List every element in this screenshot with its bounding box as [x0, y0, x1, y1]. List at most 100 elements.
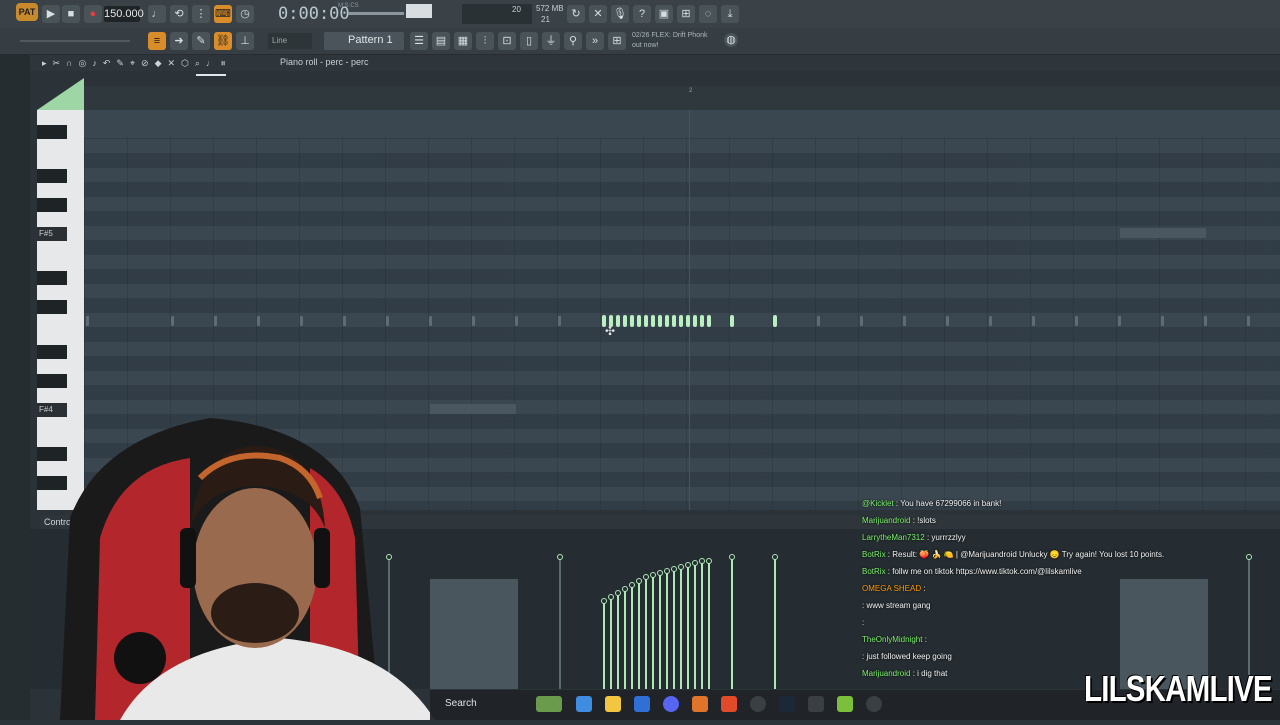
note[interactable]: [693, 315, 697, 327]
piano-roll-icon[interactable]: ▤: [432, 32, 450, 50]
arrow-icon[interactable]: ➜: [170, 32, 188, 50]
black-key[interactable]: [37, 374, 67, 388]
note[interactable]: [672, 315, 676, 327]
mixer-icon[interactable]: ⊞: [677, 5, 695, 23]
black-key[interactable]: [37, 271, 67, 285]
velocity-bar[interactable]: [615, 590, 621, 689]
save-icon[interactable]: ▣: [655, 5, 673, 23]
song-time: 0:00:00: [278, 4, 350, 24]
folder-icon[interactable]: ▯: [520, 32, 538, 50]
note[interactable]: [707, 315, 711, 327]
velocity-bar[interactable]: [601, 598, 607, 689]
velocity-bar[interactable]: [664, 568, 670, 689]
step-edit-icon[interactable]: ⋮: [192, 5, 210, 23]
timeline-ruler[interactable]: [84, 86, 1280, 110]
piano-roll-tools[interactable]: ▸✂∩◎♪↶✎⌖⊘◆✕⬡⌕♩⏸: [42, 58, 231, 69]
channel-rack-icon[interactable]: ▦: [454, 32, 472, 50]
black-key[interactable]: [37, 198, 67, 212]
velocity-bar[interactable]: [622, 586, 628, 689]
note[interactable]: [679, 315, 683, 327]
fl-studio-icon[interactable]: [692, 696, 708, 712]
game-icon[interactable]: [837, 696, 853, 712]
mixer-view-icon[interactable]: ⫶: [476, 32, 494, 50]
velocity-bar[interactable]: [706, 558, 712, 689]
bar-line: [689, 110, 690, 510]
help-icon[interactable]: ?: [633, 5, 651, 23]
black-key[interactable]: [37, 345, 67, 359]
close-tools-icon[interactable]: ✕: [589, 5, 607, 23]
ghost-note: [429, 316, 432, 326]
left-side-panel: [0, 55, 30, 720]
velocity-bar[interactable]: [636, 578, 642, 689]
tempo-tap-icon[interactable]: ⚲: [564, 32, 582, 50]
note[interactable]: [700, 315, 704, 327]
black-key[interactable]: [37, 125, 67, 139]
position-slider[interactable]: [20, 40, 130, 42]
plug-icon[interactable]: ⏚: [542, 32, 560, 50]
velocity-bar[interactable]: [772, 554, 778, 689]
note[interactable]: [651, 315, 655, 327]
velocity-bar[interactable]: [699, 558, 705, 689]
chat-message: LarrytheMan7312 : yurrrzzlyy: [862, 529, 1280, 546]
velocity-bar[interactable]: [629, 582, 635, 689]
chat-icon[interactable]: ◌: [699, 5, 717, 23]
note[interactable]: [730, 315, 734, 327]
globe-icon[interactable]: ◍: [724, 33, 738, 47]
countdown-icon[interactable]: ◷: [236, 5, 254, 23]
obs-icon[interactable]: [750, 696, 766, 712]
metronome-icon[interactable]: ♩: [148, 5, 166, 23]
stop-icon[interactable]: ■: [62, 5, 80, 23]
widgets-icon[interactable]: [536, 696, 562, 712]
microphone-icon[interactable]: 🎙: [611, 5, 629, 23]
note[interactable]: [623, 315, 627, 327]
playlist-icon[interactable]: ☰: [410, 32, 428, 50]
note[interactable]: [773, 315, 777, 327]
snap-select[interactable]: Line: [268, 33, 312, 49]
velocity-bar[interactable]: [608, 594, 614, 689]
velocity-bar[interactable]: [729, 554, 735, 689]
download-icon[interactable]: ⤓: [721, 5, 739, 23]
steam-icon[interactable]: [779, 696, 795, 712]
note[interactable]: [686, 315, 690, 327]
brave-icon[interactable]: [721, 696, 737, 712]
velocity-bar[interactable]: [650, 572, 656, 689]
black-key[interactable]: [37, 169, 67, 183]
record-icon[interactable]: ●: [84, 5, 102, 23]
refresh-icon[interactable]: ↻: [567, 5, 585, 23]
chevron-icon[interactable]: »: [586, 32, 604, 50]
pattern-song-toggle[interactable]: PAT: [16, 3, 38, 21]
ghost-note: [1247, 316, 1250, 326]
note[interactable]: [616, 315, 620, 327]
pencil-icon[interactable]: ✎: [192, 32, 210, 50]
stamp-icon[interactable]: ⊥: [236, 32, 254, 50]
velocity-bar[interactable]: [692, 560, 698, 689]
browser-icon[interactable]: ≡: [148, 32, 166, 50]
velocity-bar[interactable]: [678, 564, 684, 689]
note[interactable]: [630, 315, 634, 327]
velocity-bar[interactable]: [643, 574, 649, 689]
note[interactable]: [637, 315, 641, 327]
velocity-bar[interactable]: [657, 570, 663, 689]
note[interactable]: [665, 315, 669, 327]
store-icon[interactable]: [634, 696, 650, 712]
chat-text: :: [923, 584, 926, 593]
velocity-bar[interactable]: [671, 566, 677, 689]
file-explorer-icon[interactable]: [605, 696, 621, 712]
tempo-display[interactable]: 150.000: [104, 6, 144, 22]
note[interactable]: [644, 315, 648, 327]
4k-video-icon[interactable]: [866, 696, 882, 712]
discord-icon[interactable]: [663, 696, 679, 712]
play-icon[interactable]: ▶: [42, 5, 60, 23]
grid-icon[interactable]: ⊞: [608, 32, 626, 50]
app-icon[interactable]: [808, 696, 824, 712]
typing-keyboard-icon[interactable]: ⌨: [214, 5, 232, 23]
master-volume-slider[interactable]: [348, 12, 404, 15]
black-key[interactable]: [37, 300, 67, 314]
link-icon[interactable]: ⛓: [214, 32, 232, 50]
horizontal-zoom-scroll[interactable]: [196, 74, 226, 76]
plugin-icon[interactable]: ⊡: [498, 32, 516, 50]
note[interactable]: [658, 315, 662, 327]
velocity-bar[interactable]: [685, 562, 691, 689]
copilot-icon[interactable]: [576, 696, 592, 712]
loop-record-icon[interactable]: ⟲: [170, 5, 188, 23]
